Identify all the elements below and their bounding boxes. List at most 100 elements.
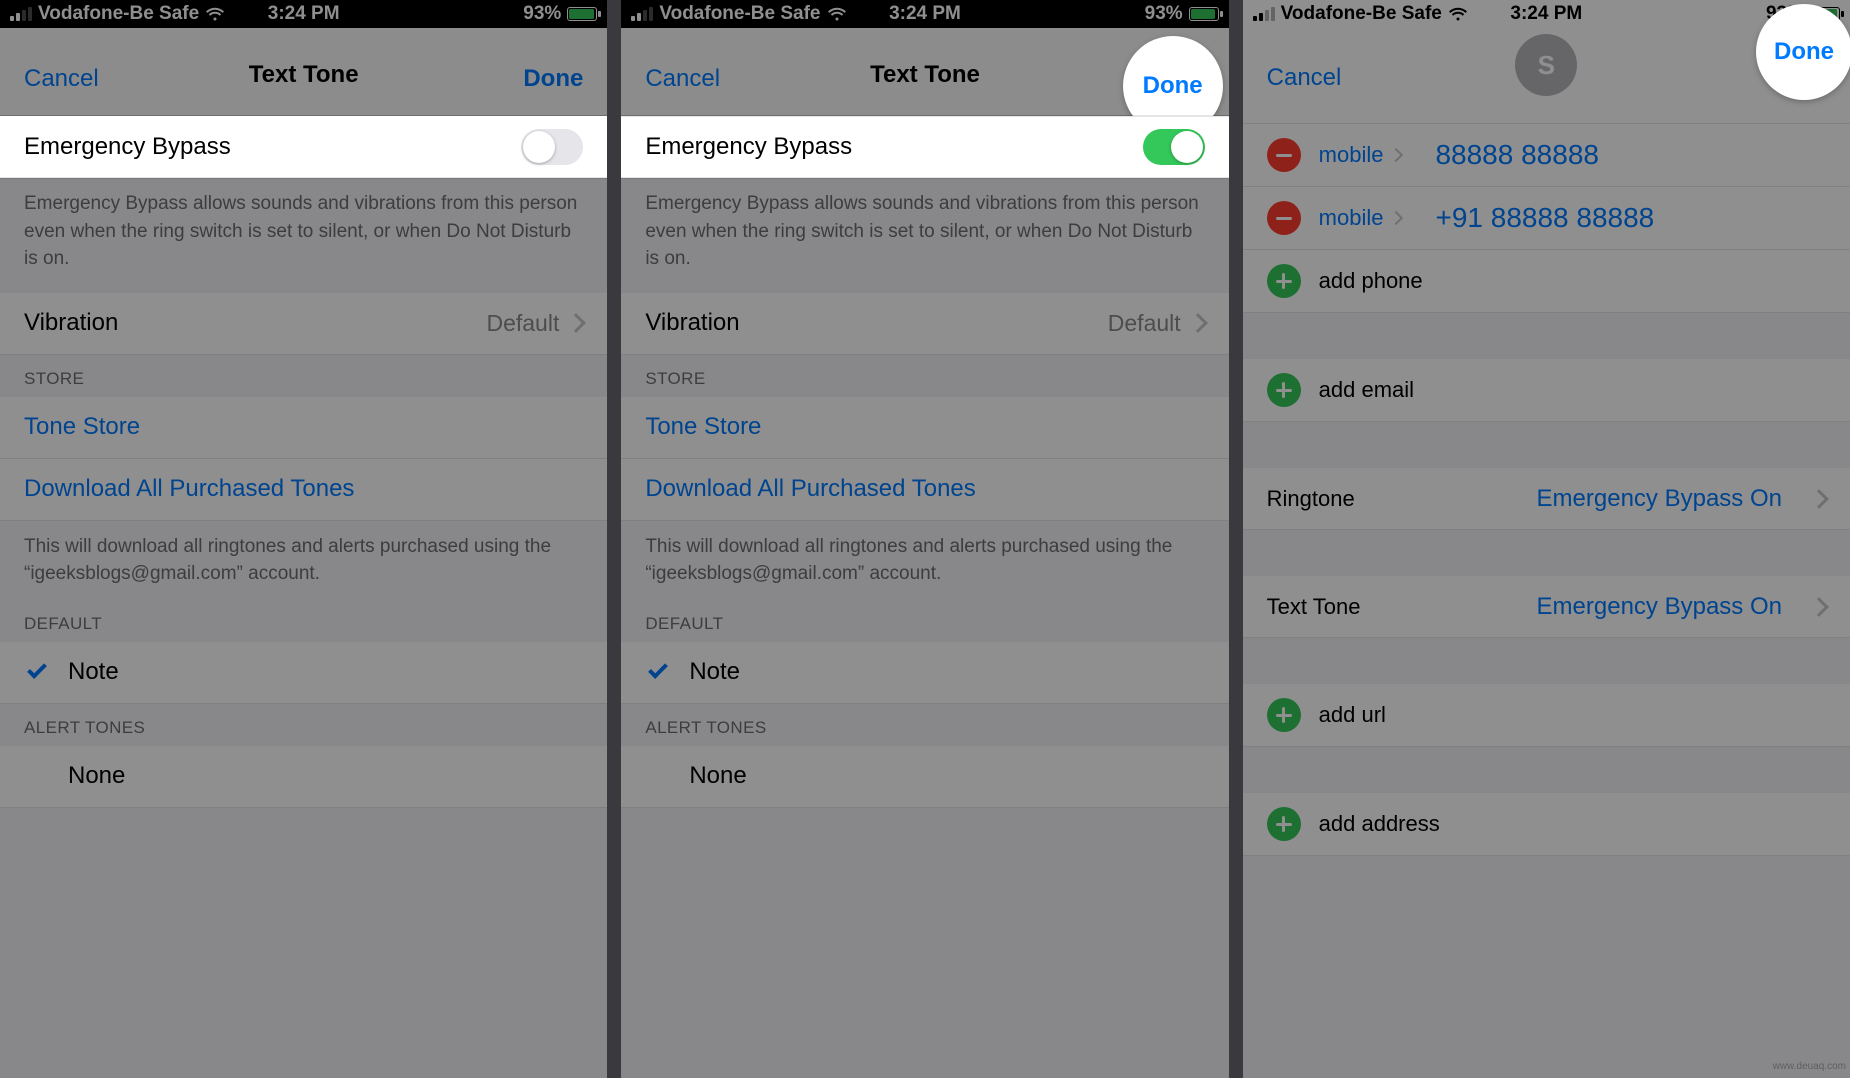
chevron-right-icon bbox=[566, 313, 586, 333]
add-phone-label: add phone bbox=[1319, 268, 1423, 294]
status-bar: Vodafone-Be Safe 3:24 PM 93% bbox=[0, 0, 607, 28]
phone-type-label: mobile bbox=[1319, 142, 1402, 168]
page-title: Text Tone bbox=[249, 60, 359, 88]
add-url-label: add url bbox=[1319, 702, 1386, 728]
emergency-footnote: Emergency Bypass allows sounds and vibra… bbox=[0, 178, 607, 293]
ringtone-row[interactable]: Ringtone Emergency Bypass On bbox=[1243, 468, 1850, 530]
tone-store-label: Tone Store bbox=[24, 413, 140, 441]
tone-store-link[interactable]: Tone Store bbox=[0, 397, 607, 459]
avatar-initial: S bbox=[1538, 50, 1555, 81]
tone-store-link[interactable]: Tone Store bbox=[621, 397, 1228, 459]
watermark: www.deuaq.com bbox=[1773, 1061, 1846, 1072]
done-button-highlight[interactable]: Done bbox=[1756, 4, 1850, 100]
default-header: DEFAULT bbox=[0, 608, 607, 642]
add-url-row[interactable]: add url bbox=[1243, 684, 1850, 747]
note-label: Note bbox=[68, 658, 119, 686]
download-all-label: Download All Purchased Tones bbox=[645, 475, 975, 503]
chevron-right-icon bbox=[1809, 489, 1829, 509]
battery-icon bbox=[1189, 7, 1219, 21]
none-row[interactable]: None bbox=[0, 746, 607, 808]
add-email-row[interactable]: add email bbox=[1243, 359, 1850, 422]
screen-2-text-tone-on: Vodafone-Be Safe 3:24 PM 93% Cancel Text… bbox=[621, 0, 1228, 1078]
emergency-bypass-row[interactable]: Emergency Bypass bbox=[0, 116, 607, 178]
note-row[interactable]: Note bbox=[621, 642, 1228, 704]
vibration-row[interactable]: Vibration Default bbox=[621, 293, 1228, 355]
add-icon[interactable] bbox=[1267, 373, 1301, 407]
alert-tones-header: ALERT TONES bbox=[621, 704, 1228, 746]
phone-row-1[interactable]: mobile 88888 88888 bbox=[1243, 124, 1850, 187]
none-label: None bbox=[689, 762, 746, 790]
download-all-label: Download All Purchased Tones bbox=[24, 475, 354, 503]
nav-bar: Cancel Text Tone Done bbox=[0, 28, 607, 116]
check-icon bbox=[648, 659, 668, 679]
signal-icon bbox=[631, 7, 653, 21]
note-label: Note bbox=[689, 658, 740, 686]
phone-number-2[interactable]: +91 88888 88888 bbox=[1435, 202, 1654, 234]
download-footnote: This will download all ringtones and ale… bbox=[0, 521, 607, 608]
add-address-label: add address bbox=[1319, 811, 1440, 837]
emergency-bypass-toggle[interactable] bbox=[1143, 129, 1205, 165]
screen-3-contact-edit: Vodafone-Be Safe 3:24 PM 93% Cancel S . … bbox=[1243, 0, 1850, 1078]
add-icon[interactable] bbox=[1267, 698, 1301, 732]
chevron-right-icon bbox=[1809, 597, 1829, 617]
done-button[interactable]: Done bbox=[523, 65, 583, 93]
carrier-label: Vodafone-Be Safe bbox=[38, 3, 199, 25]
cancel-button[interactable]: Cancel bbox=[645, 65, 720, 93]
carrier-label: Vodafone-Be Safe bbox=[659, 3, 820, 25]
cancel-button[interactable]: Cancel bbox=[24, 65, 99, 93]
download-all-link[interactable]: Download All Purchased Tones bbox=[0, 459, 607, 521]
alert-tones-header: ALERT TONES bbox=[0, 704, 607, 746]
clock-label: 3:24 PM bbox=[1510, 3, 1582, 25]
vibration-label: Vibration bbox=[645, 309, 739, 337]
default-header: DEFAULT bbox=[621, 608, 1228, 642]
chevron-right-icon bbox=[1188, 313, 1208, 333]
add-icon[interactable] bbox=[1267, 264, 1301, 298]
vibration-label: Vibration bbox=[24, 309, 118, 337]
ringtone-label: Ringtone bbox=[1267, 486, 1355, 512]
texttone-value: Emergency Bypass On bbox=[1537, 593, 1782, 621]
phone-number-1[interactable]: 88888 88888 bbox=[1435, 139, 1599, 171]
vibration-row[interactable]: Vibration Default bbox=[0, 293, 607, 355]
none-label: None bbox=[68, 762, 125, 790]
wifi-icon bbox=[1448, 7, 1468, 21]
screen-1-text-tone-off: Vodafone-Be Safe 3:24 PM 93% Cancel Text… bbox=[0, 0, 607, 1078]
signal-icon bbox=[1253, 7, 1275, 21]
battery-icon bbox=[567, 7, 597, 21]
none-row[interactable]: None bbox=[621, 746, 1228, 808]
texttone-label: Text Tone bbox=[1267, 594, 1361, 620]
phone-type-label: mobile bbox=[1319, 205, 1402, 231]
phone-row-2[interactable]: mobile +91 88888 88888 bbox=[1243, 187, 1850, 250]
battery-percent: 93% bbox=[523, 3, 561, 25]
add-address-row[interactable]: add address bbox=[1243, 793, 1850, 856]
emergency-bypass-label: Emergency Bypass bbox=[645, 133, 852, 161]
vibration-value: Default bbox=[1108, 310, 1181, 337]
cancel-button[interactable]: Cancel bbox=[1267, 64, 1342, 92]
note-row[interactable]: Note bbox=[0, 642, 607, 704]
delete-icon[interactable] bbox=[1267, 138, 1301, 172]
add-phone-row[interactable]: add phone bbox=[1243, 250, 1850, 313]
status-bar: Vodafone-Be Safe 3:24 PM 93% bbox=[621, 0, 1228, 28]
status-bar: Vodafone-Be Safe 3:24 PM 93% bbox=[1243, 0, 1850, 28]
emergency-bypass-row[interactable]: Emergency Bypass bbox=[621, 116, 1228, 178]
contact-avatar[interactable]: S bbox=[1515, 34, 1577, 96]
signal-icon bbox=[10, 7, 32, 21]
text-tone-row[interactable]: Text Tone Emergency Bypass On bbox=[1243, 576, 1850, 638]
download-all-link[interactable]: Download All Purchased Tones bbox=[621, 459, 1228, 521]
done-label: Done bbox=[1143, 72, 1203, 100]
delete-icon[interactable] bbox=[1267, 201, 1301, 235]
ringtone-value: Emergency Bypass On bbox=[1537, 485, 1782, 513]
done-label: Done bbox=[1774, 38, 1834, 66]
page-title: Text Tone bbox=[870, 60, 980, 88]
clock-label: 3:24 PM bbox=[268, 3, 340, 25]
store-header: STORE bbox=[0, 355, 607, 397]
wifi-icon bbox=[827, 7, 847, 21]
chevron-right-icon bbox=[1389, 211, 1403, 225]
store-header: STORE bbox=[621, 355, 1228, 397]
battery-percent: 93% bbox=[1145, 3, 1183, 25]
tone-store-label: Tone Store bbox=[645, 413, 761, 441]
vibration-value: Default bbox=[486, 310, 559, 337]
check-icon bbox=[27, 659, 47, 679]
emergency-footnote: Emergency Bypass allows sounds and vibra… bbox=[621, 178, 1228, 293]
add-icon[interactable] bbox=[1267, 807, 1301, 841]
clock-label: 3:24 PM bbox=[889, 3, 961, 25]
